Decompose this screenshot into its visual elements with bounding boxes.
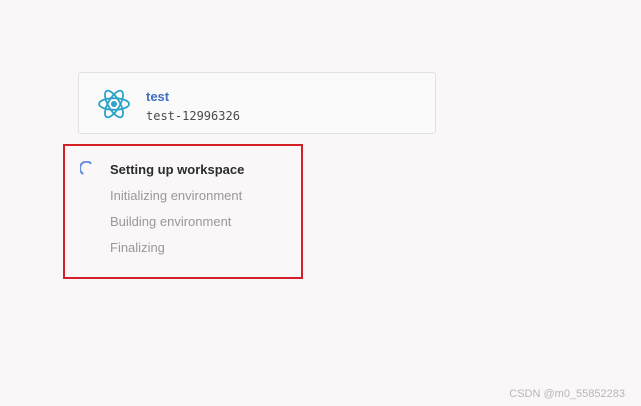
step-building-environment: Building environment xyxy=(110,214,232,229)
watermark-text: CSDN @m0_55852283 xyxy=(509,388,625,400)
setup-progress-panel: Setting up workspace Initializing enviro… xyxy=(63,144,303,279)
project-name[interactable]: test xyxy=(146,89,169,105)
project-card[interactable]: test test-12996326 xyxy=(78,72,436,134)
spinner-icon xyxy=(80,161,92,175)
react-icon xyxy=(98,89,130,119)
step-initializing-environment: Initializing environment xyxy=(110,188,243,203)
step-setting-up-workspace: Setting up workspace xyxy=(110,162,245,177)
project-id: test-12996326 xyxy=(146,109,240,123)
page: test test-12996326 Setting up workspace … xyxy=(0,0,641,406)
step-finalizing: Finalizing xyxy=(110,240,165,255)
